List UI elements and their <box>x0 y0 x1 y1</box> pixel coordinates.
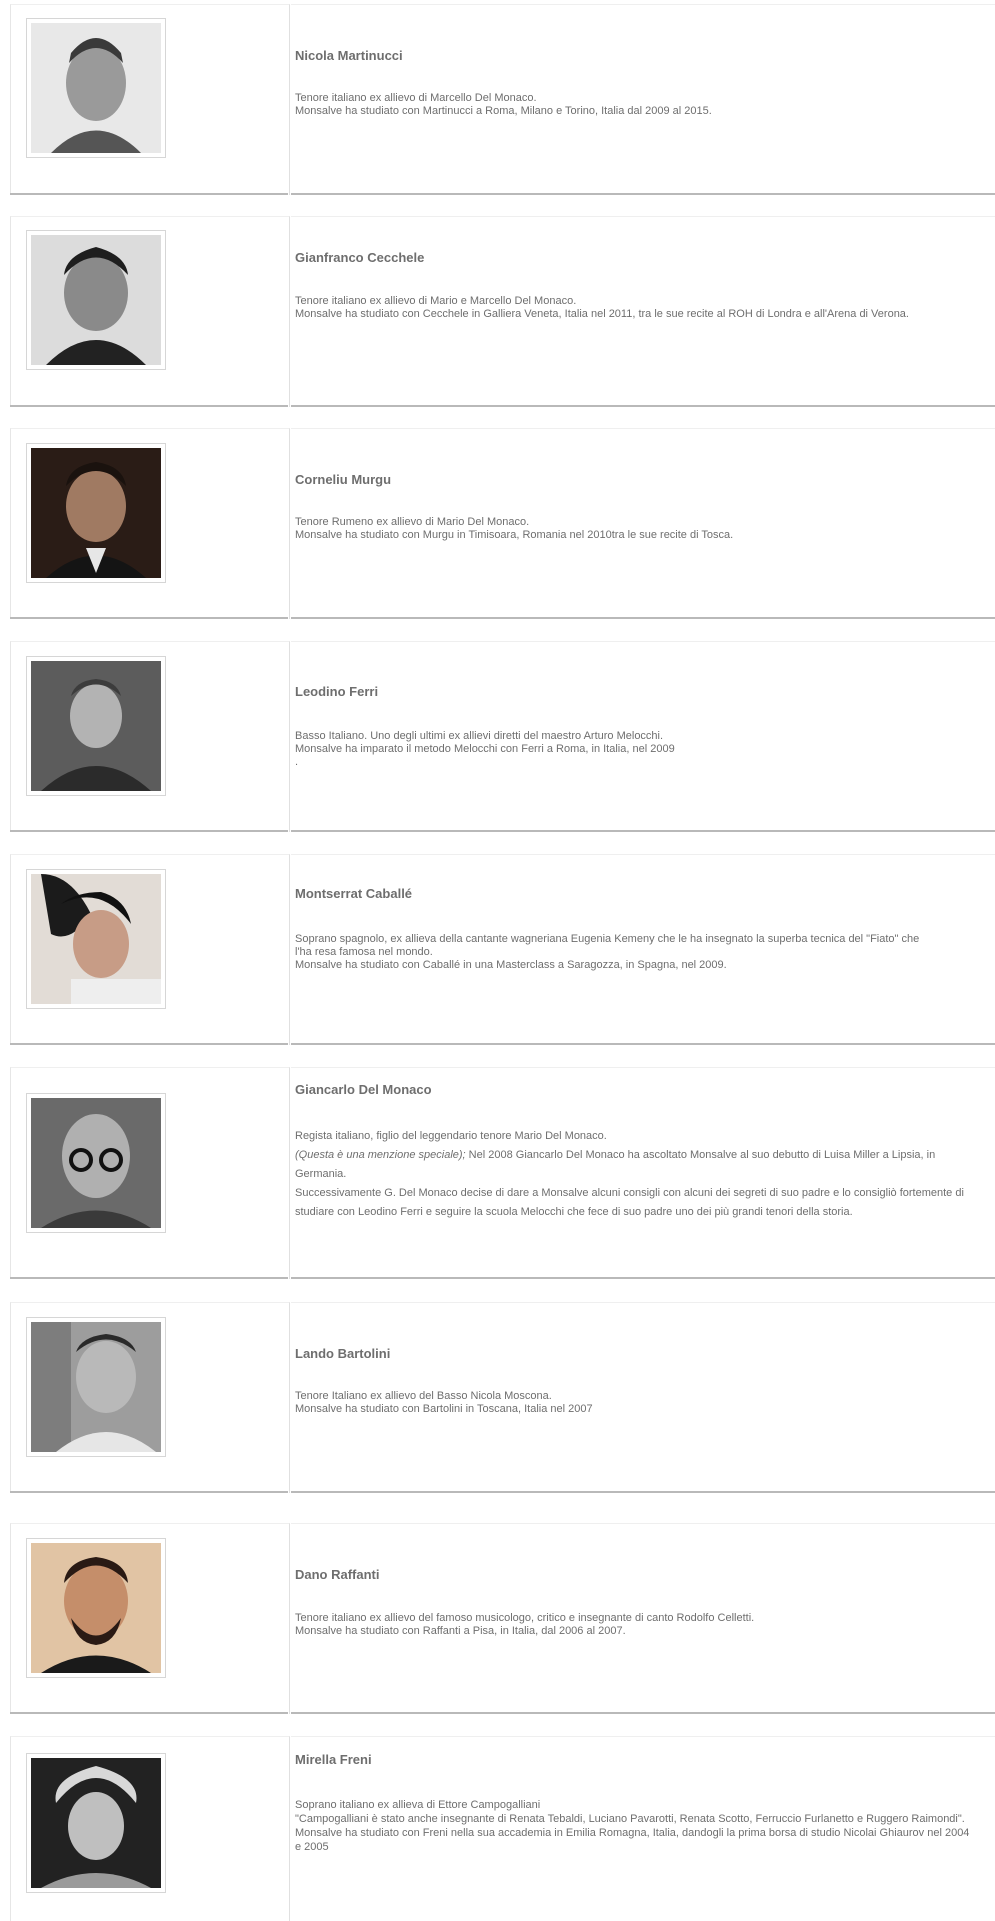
teacher-name: Leodino Ferri <box>295 684 379 699</box>
teacher-name: Giancarlo Del Monaco <box>295 1082 432 1097</box>
portrait-image <box>31 1758 161 1888</box>
portrait-image <box>31 448 161 578</box>
teacher-photo <box>26 1538 166 1678</box>
teacher-bio: Tenore italiano ex allievo di Mario e Ma… <box>295 295 909 320</box>
teacher-bio: Basso Italiano. Uno degli ultimi ex alli… <box>295 730 675 768</box>
teacher-bio: Soprano italiano ex allieva di Ettore Ca… <box>295 1799 970 1853</box>
teacher-bio: Tenore Rumeno ex allievo di Mario Del Mo… <box>295 516 734 541</box>
teacher-name: Montserrat Caballé <box>295 886 413 901</box>
portrait-image <box>31 235 161 365</box>
teacher-bio: Tenore italiano ex allievo del famoso mu… <box>295 1612 755 1637</box>
teacher-name: Lando Bartolini <box>295 1346 391 1361</box>
teacher-photo <box>26 18 166 158</box>
teacher-photo <box>26 230 166 370</box>
special-mention-note: (Questa è una menzione speciale); <box>295 1149 466 1161</box>
teacher-name: Dano Raffanti <box>295 1567 380 1582</box>
teacher-photo <box>26 1317 166 1457</box>
teacher-photo <box>26 443 166 583</box>
teacher-bio: Tenore italiano ex allievo di Marcello D… <box>295 92 712 117</box>
teacher-name: Gianfranco Cecchele <box>295 250 425 265</box>
portrait-image <box>31 874 161 1004</box>
teacher-bio: Regista italiano, figlio del leggendario… <box>295 1130 964 1218</box>
portrait-image <box>31 1543 161 1673</box>
portrait-image <box>31 1322 161 1452</box>
teacher-bio: Tenore Italiano ex allievo del Basso Nic… <box>295 1390 593 1415</box>
portrait-image <box>31 661 161 791</box>
teacher-bio: Soprano spagnolo, ex allieva della canta… <box>295 933 920 971</box>
portrait-image <box>31 23 161 153</box>
portrait-image <box>31 1098 161 1228</box>
teacher-photo <box>26 656 166 796</box>
teacher-name: Mirella Freni <box>295 1752 372 1767</box>
teacher-photo <box>26 869 166 1009</box>
teacher-name: Nicola Martinucci <box>295 48 403 63</box>
teacher-photo <box>26 1093 166 1233</box>
teacher-name: Corneliu Murgu <box>295 472 392 487</box>
teacher-photo <box>26 1753 166 1893</box>
